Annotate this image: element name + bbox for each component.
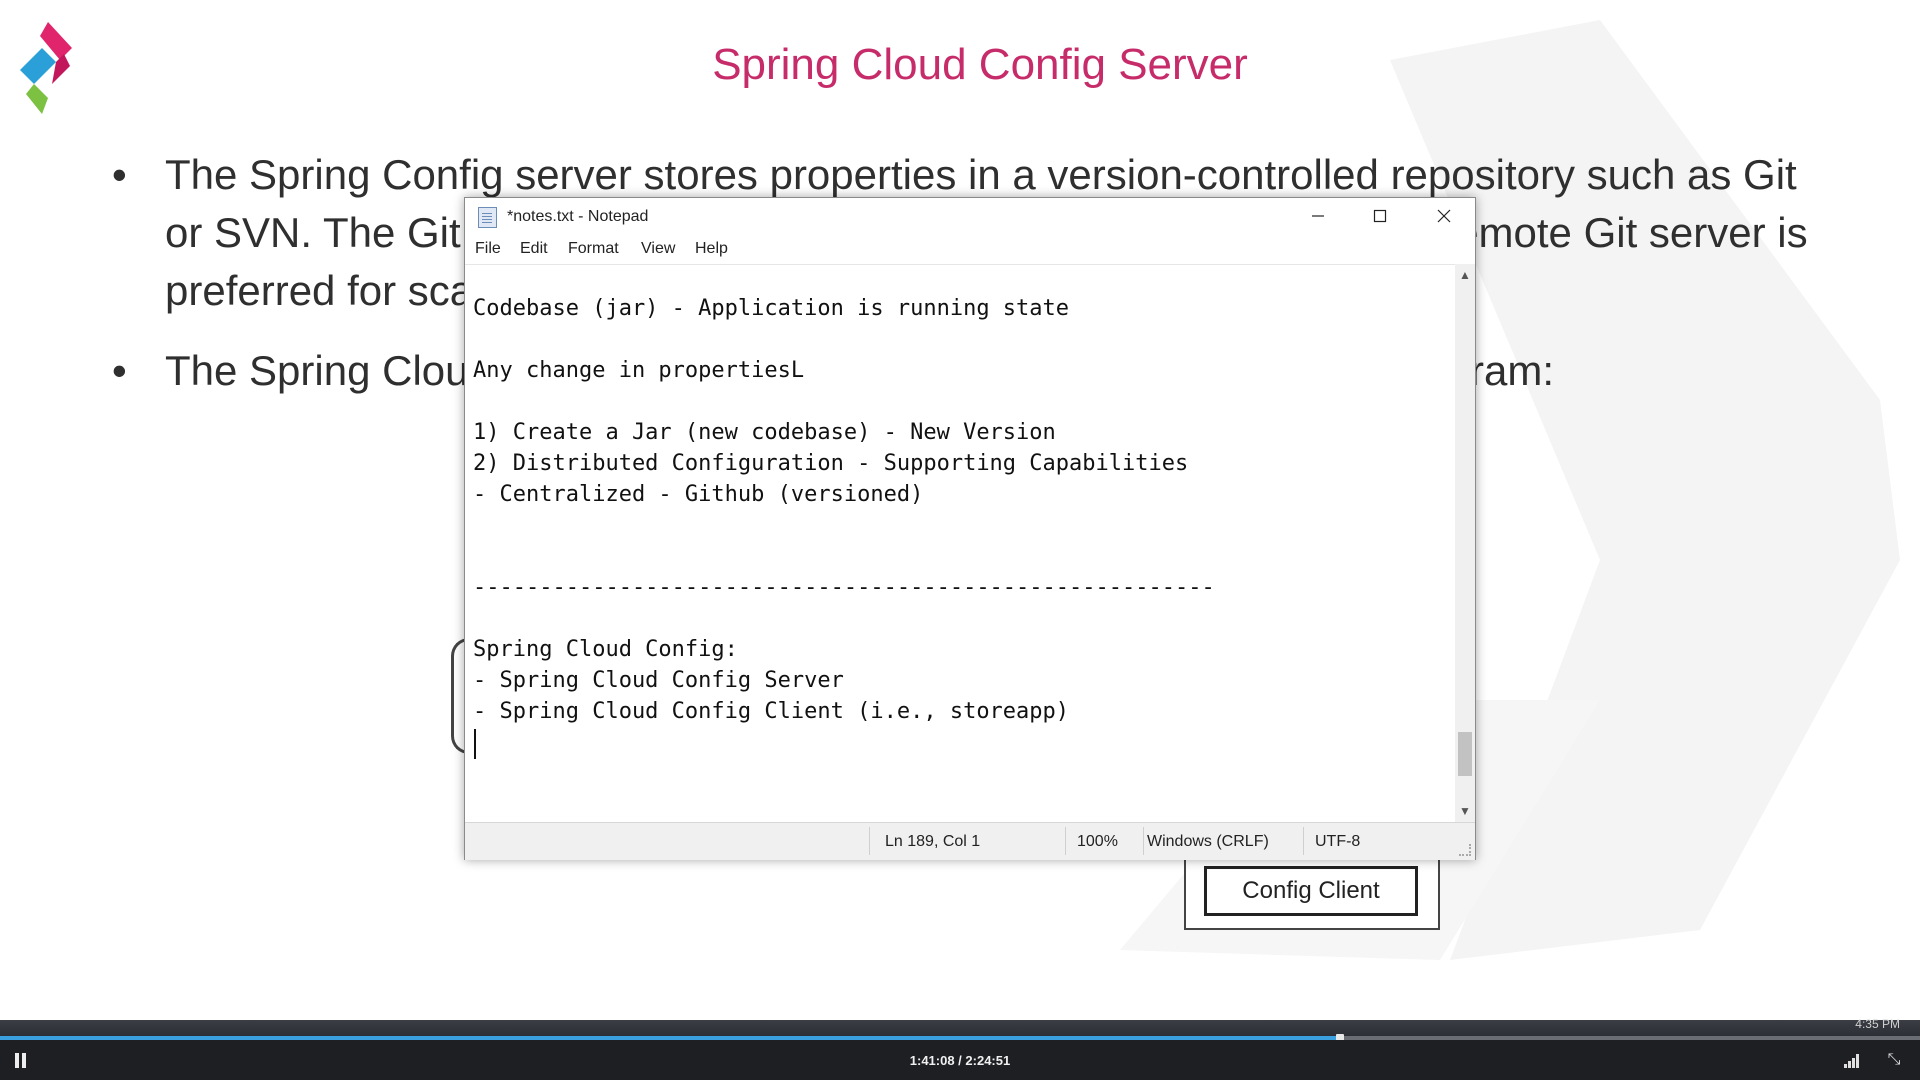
text-editor-area[interactable]: Codebase (jar) - Application is running … — [465, 264, 1455, 823]
editor-content[interactable]: Codebase (jar) - Application is running … — [473, 293, 1215, 758]
scroll-down-icon[interactable]: ▼ — [1459, 804, 1471, 818]
window-title: *notes.txt - Notepad — [507, 208, 649, 225]
close-button[interactable] — [1413, 198, 1475, 234]
video-thumbnail-strip: 4:35 PM — [0, 1017, 1920, 1036]
menu-view[interactable]: View — [641, 240, 675, 258]
slide-title: Spring Cloud Config Server — [712, 40, 1248, 89]
menu-format[interactable]: Format — [568, 240, 619, 258]
menu-bar: File Edit Format View Help — [465, 234, 1475, 264]
diagram-config-client-label: Config Client — [1204, 866, 1418, 916]
minimize-icon — [1312, 215, 1324, 217]
notepad-titlebar[interactable]: *notes.txt - Notepad — [465, 198, 1475, 234]
menu-edit[interactable]: Edit — [520, 240, 548, 258]
notepad-app-icon — [478, 207, 497, 228]
status-zoom: 100% — [1077, 833, 1118, 850]
status-line-ending: Windows (CRLF) — [1147, 833, 1269, 850]
minimize-button[interactable] — [1287, 198, 1349, 234]
exit-fullscreen-icon[interactable]: ⤡ — [1884, 1050, 1904, 1070]
scrollbar-thumb[interactable] — [1458, 732, 1472, 776]
maximize-icon — [1373, 209, 1387, 223]
status-encoding: UTF-8 — [1315, 833, 1361, 850]
clock-fragment: 4:35 PM — [1855, 1017, 1900, 1031]
player-control-bar: 1:41:08 / 2:24:51 ⤡ — [0, 1040, 1920, 1080]
scroll-up-icon[interactable]: ▲ — [1459, 268, 1471, 282]
resize-grip-icon[interactable] — [1459, 844, 1471, 856]
text-caret — [474, 729, 476, 759]
signal-quality-icon[interactable] — [1844, 1054, 1860, 1068]
close-icon — [1437, 209, 1451, 223]
diagram-config-client-box: Config Client — [1184, 858, 1440, 930]
menu-file[interactable]: File — [475, 240, 501, 258]
status-cursor-position: Ln 189, Col 1 — [885, 833, 981, 850]
menu-help[interactable]: Help — [695, 240, 728, 258]
maximize-button[interactable] — [1349, 198, 1411, 234]
notepad-window[interactable]: *notes.txt - Notepad File Edit Format Vi… — [464, 197, 1476, 860]
time-display: 1:41:08 / 2:24:51 — [909, 1053, 1011, 1068]
status-bar: Ln 189, Col 1 100% Windows (CRLF) UTF-8 — [465, 822, 1475, 860]
vertical-scrollbar[interactable]: ▲ ▼ — [1455, 264, 1475, 822]
